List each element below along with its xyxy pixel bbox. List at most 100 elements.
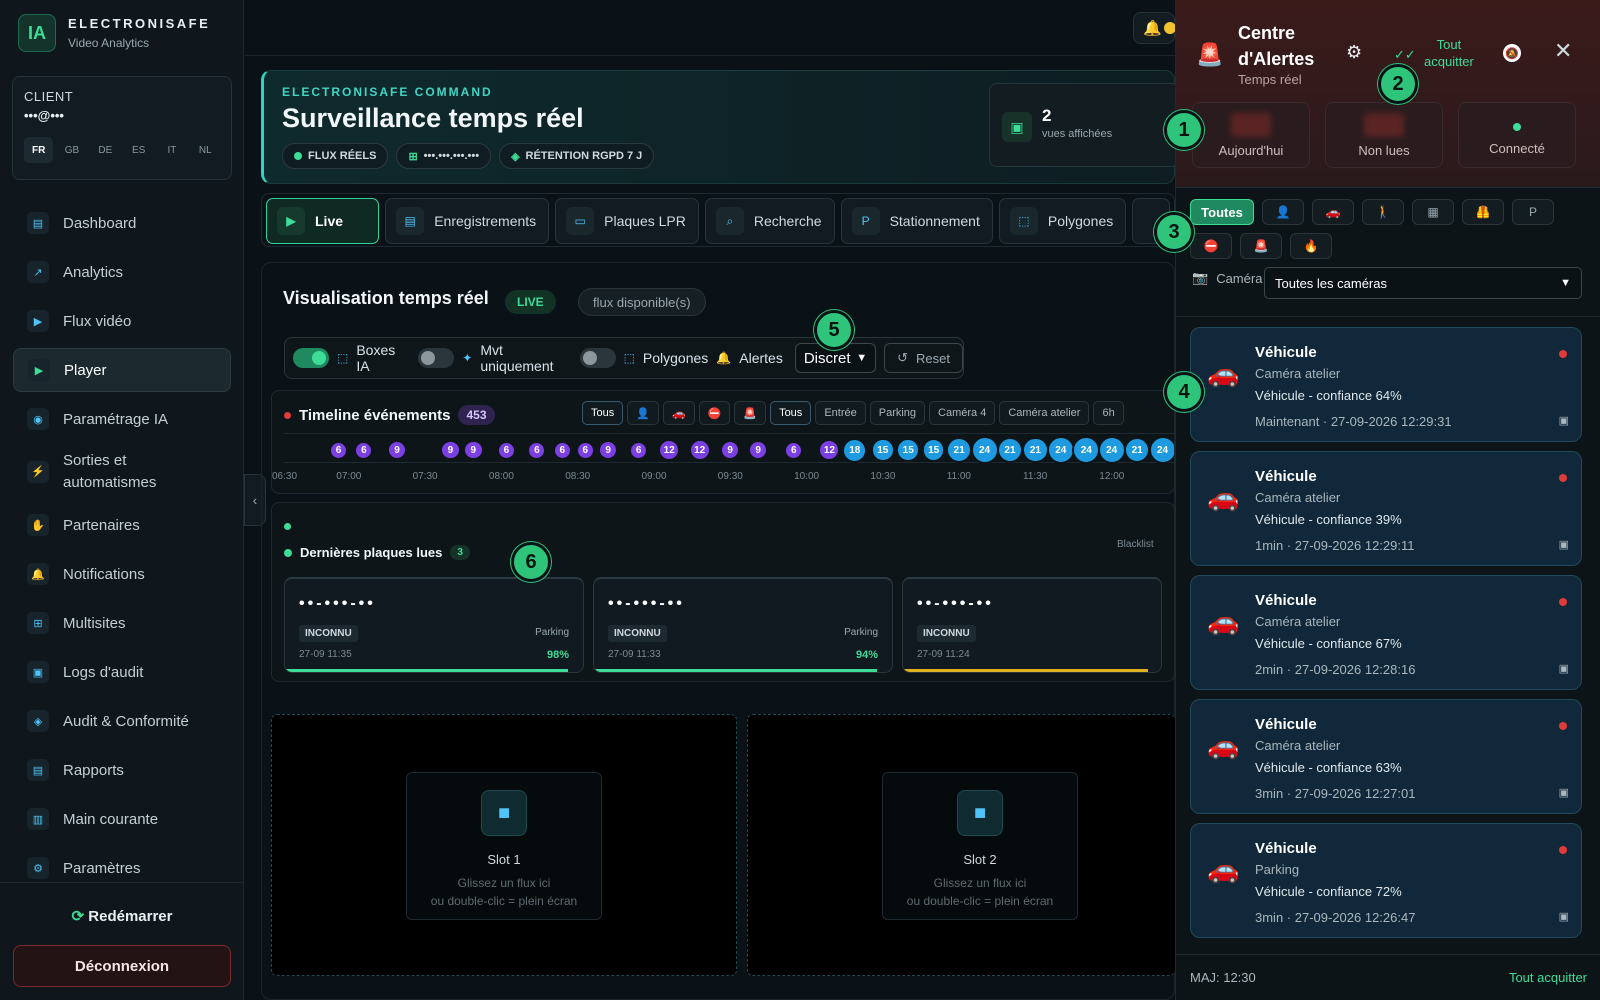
polygons-toggle[interactable] bbox=[579, 348, 616, 368]
video-slot-1[interactable]: ■ Slot 1 Glissez un flux ici ou double-cl… bbox=[271, 714, 737, 976]
lang-es[interactable]: ES bbox=[124, 137, 153, 163]
timeline-event[interactable]: 18 bbox=[842, 437, 868, 463]
timeline-event[interactable]: 9 bbox=[597, 439, 619, 461]
timeline-event[interactable]: 12 bbox=[688, 439, 711, 461]
timeline-filter[interactable]: 👤 bbox=[627, 401, 659, 425]
camera-select[interactable]: Toutes les caméras ▼ bbox=[1264, 267, 1582, 299]
sidebar-item-bolt[interactable]: ⚡ Sorties et automatismes bbox=[13, 446, 231, 498]
sidebar-item-handshake[interactable]: ✋ Partenaires bbox=[13, 503, 231, 547]
snapshot-icon[interactable]: ▣ bbox=[1559, 910, 1569, 923]
sidebar-item-analytics[interactable]: ↗ Analytics bbox=[13, 250, 231, 294]
alert-filter[interactable]: 🚗 bbox=[1312, 199, 1354, 225]
timeline-event[interactable]: 9 bbox=[719, 439, 741, 461]
timeline-filter[interactable]: Parking bbox=[869, 401, 926, 425]
reset-button[interactable]: ↺ Reset bbox=[884, 343, 964, 373]
timeline-filter[interactable]: ⛔ bbox=[698, 401, 731, 425]
timeline-event[interactable]: 6 bbox=[552, 440, 572, 460]
timeline-event[interactable]: 21 bbox=[945, 436, 973, 464]
snapshot-icon[interactable]: ▣ bbox=[1559, 538, 1569, 551]
plate-card[interactable]: ••-•••-•• INCONNU Parking 27-09 11:33 94% bbox=[593, 577, 893, 673]
timeline-event[interactable]: 24 bbox=[970, 436, 999, 464]
filter-all[interactable]: Toutes bbox=[1190, 199, 1254, 225]
snapshot-icon[interactable]: ▣ bbox=[1559, 662, 1569, 675]
ack-all-footer-button[interactable]: Tout acquitter bbox=[1509, 970, 1587, 985]
timeline-event[interactable]: 24 bbox=[1097, 436, 1126, 464]
timeline-filter[interactable]: Tous bbox=[582, 401, 624, 425]
timeline-event[interactable]: 21 bbox=[1022, 436, 1049, 464]
logout-button[interactable]: Déconnexion bbox=[13, 945, 231, 987]
alert-filter[interactable]: 🚨 bbox=[1240, 233, 1282, 259]
lang-it[interactable]: IT bbox=[157, 137, 186, 163]
timeline-event[interactable]: 21 bbox=[1123, 436, 1151, 464]
sidebar-item-bell[interactable]: 🔔 Notifications bbox=[13, 552, 231, 596]
timeline-event[interactable]: 6 bbox=[629, 440, 649, 460]
boxes-toggle[interactable] bbox=[293, 348, 329, 368]
timeline-event[interactable]: 9 bbox=[747, 439, 769, 461]
alert-filter[interactable]: 🔥 bbox=[1290, 233, 1332, 259]
alert-filter[interactable]: ▦ bbox=[1412, 199, 1454, 225]
timeline-event[interactable]: 12 bbox=[818, 439, 841, 461]
lang-fr[interactable]: FR bbox=[24, 137, 54, 163]
timeline-event[interactable]: 6 bbox=[496, 440, 516, 460]
alert-filter[interactable]: ⛔ bbox=[1190, 233, 1232, 259]
timeline-event[interactable]: 6 bbox=[354, 440, 374, 460]
timeline-filter[interactable]: Tous bbox=[770, 401, 812, 425]
timeline-event[interactable]: 12 bbox=[658, 439, 681, 461]
alert-card[interactable]: 🚗 Véhicule Parking Véhicule - confiance 72%… bbox=[1190, 823, 1582, 938]
timeline-event[interactable]: 6 bbox=[329, 440, 349, 460]
tab-enregistrements[interactable]: ▤ Enregistrements bbox=[385, 198, 550, 244]
alert-card[interactable]: 🚗 Véhicule Caméra atelier Véhicule - confia… bbox=[1190, 327, 1582, 442]
movement-toggle[interactable] bbox=[418, 348, 455, 368]
timeline-event[interactable]: 9 bbox=[440, 439, 461, 461]
plate-card[interactable]: ••-•••-•• INCONNU Parking 27-09 11:35 98% bbox=[284, 577, 584, 673]
sidebar-item-play[interactable]: ▶ Player bbox=[13, 348, 231, 392]
sidebar-item-shield[interactable]: ◈ Audit & Conformité bbox=[13, 699, 231, 743]
timeline-event[interactable]: 24 bbox=[1072, 436, 1101, 464]
sidebar-item-gear[interactable]: ⚙ Paramètres bbox=[13, 846, 231, 881]
timeline-filter[interactable]: 6h bbox=[1093, 401, 1124, 425]
timeline-event[interactable]: 9 bbox=[386, 439, 408, 461]
gear-icon[interactable]: ⚙ bbox=[1346, 42, 1362, 63]
sidebar-item-report[interactable]: ▤ Rapports bbox=[13, 748, 231, 792]
timeline-filter[interactable]: 🚗 bbox=[662, 401, 695, 425]
restart-button[interactable]: ⟳ Redémarrer bbox=[0, 907, 244, 925]
snapshot-icon[interactable]: ▣ bbox=[1559, 414, 1569, 427]
blacklist-link[interactable]: Blacklist bbox=[1117, 539, 1154, 550]
timeline-filter[interactable]: Entrée bbox=[815, 401, 866, 425]
sidebar-item-dashboard[interactable]: ▤ Dashboard bbox=[13, 201, 231, 245]
lang-nl[interactable]: NL bbox=[191, 137, 220, 163]
video-slot-2[interactable]: ■ Slot 2 Glissez un flux ici ou double-cl… bbox=[747, 714, 1175, 976]
timeline-filter[interactable]: 🚨 bbox=[734, 401, 767, 425]
timeline-track[interactable]: 6 6 9 9 9 6 6 6 6 9 6 12 12 9 9 6 12 18 15 15 15 21 24 21 21 24 24… bbox=[284, 433, 1174, 464]
timeline-event[interactable]: 9 bbox=[463, 439, 484, 461]
tab-live[interactable]: ▶ Live bbox=[266, 198, 380, 244]
alert-filter[interactable]: 👤 bbox=[1262, 199, 1304, 225]
timeline-event[interactable]: 6 bbox=[527, 440, 547, 460]
timeline-event[interactable]: 15 bbox=[896, 438, 920, 462]
alert-filter[interactable]: P bbox=[1512, 199, 1554, 225]
alert-card[interactable]: 🚗 Véhicule Caméra atelier Véhicule - confia… bbox=[1190, 575, 1582, 690]
close-icon[interactable]: ✕ bbox=[1554, 38, 1572, 64]
sidebar-item-sitemap[interactable]: ⊞ Multisites bbox=[13, 601, 231, 645]
tab-plaques-lpr[interactable]: ▭ Plaques LPR bbox=[555, 198, 699, 244]
sidebar-item-log[interactable]: ▣ Logs d'audit bbox=[13, 650, 231, 694]
snapshot-icon[interactable]: ▣ bbox=[1559, 786, 1569, 799]
timeline-event[interactable]: 15 bbox=[871, 438, 895, 462]
sidebar-item-brain[interactable]: ◉ Paramétrage IA bbox=[13, 397, 231, 441]
sidebar-item-video[interactable]: ▶ Flux vidéo bbox=[13, 299, 231, 343]
timeline-event[interactable]: 24 bbox=[1148, 436, 1174, 464]
sidebar-item-book[interactable]: ▥ Main courante bbox=[13, 797, 231, 841]
tab-recherche[interactable]: ⌕ Recherche bbox=[704, 198, 835, 244]
timeline-filter[interactable]: Caméra 4 bbox=[929, 401, 996, 425]
alert-card[interactable]: 🚗 Véhicule Caméra atelier Véhicule - confia… bbox=[1190, 451, 1582, 566]
timeline-event[interactable]: 6 bbox=[575, 440, 595, 460]
notifications-button[interactable]: 🔔 bbox=[1133, 12, 1175, 44]
timeline-event[interactable]: 21 bbox=[996, 436, 1024, 464]
lang-de[interactable]: DE bbox=[91, 137, 120, 163]
timeline-event[interactable]: 15 bbox=[921, 438, 946, 462]
alert-filter[interactable]: 🦺 bbox=[1462, 199, 1504, 225]
alert-card[interactable]: 🚗 Véhicule Caméra atelier Véhicule - confia… bbox=[1190, 699, 1582, 814]
tab-stationnement[interactable]: P Stationnement bbox=[840, 198, 993, 244]
timeline-filter[interactable]: Caméra atelier bbox=[999, 401, 1090, 425]
lang-gb[interactable]: GB bbox=[57, 137, 86, 163]
